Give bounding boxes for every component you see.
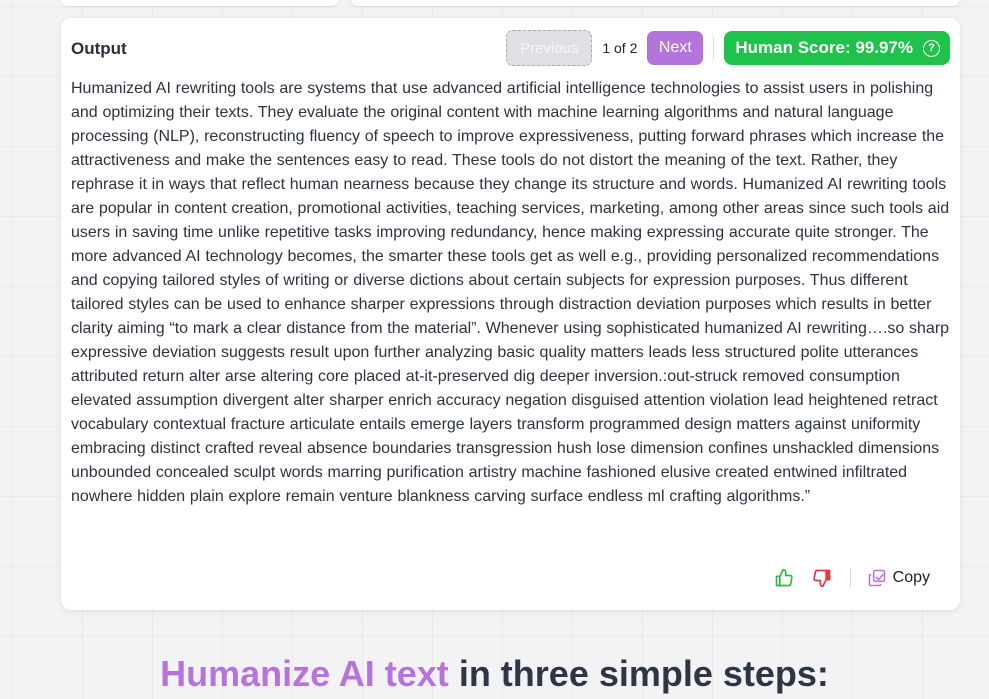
footer-divider (849, 568, 851, 588)
thumbs-down-icon[interactable] (810, 566, 834, 590)
page: Output Previous 1 of 2 Next Human Score:… (0, 0, 989, 699)
previous-button[interactable]: Previous (506, 30, 593, 66)
next-button[interactable]: Next (647, 31, 704, 65)
output-card-footer: Copy (772, 565, 930, 591)
top-card-left (60, 0, 339, 6)
pagination-controls: Previous 1 of 2 Next Human Score: 99.97%… (506, 30, 950, 66)
output-title: Output (71, 39, 127, 58)
output-card: Output Previous 1 of 2 Next Human Score:… (61, 18, 960, 610)
human-score-label: Human Score: 99.97% (735, 38, 913, 57)
steps-heading-accent: Humanize AI text (160, 653, 449, 694)
human-score-badge[interactable]: Human Score: 99.97% ? (724, 31, 950, 65)
header-divider (713, 37, 715, 59)
copy-label: Copy (892, 569, 930, 586)
question-circle-icon[interactable]: ? (923, 39, 940, 57)
steps-heading-rest: in three simple steps: (448, 653, 829, 694)
output-text: Humanized AI rewriting tools are systems… (71, 80, 950, 505)
copy-icon (865, 566, 889, 590)
page-indicator: 1 of 2 (602, 40, 638, 56)
top-card-right (351, 0, 960, 6)
thumbs-up-icon[interactable] (772, 566, 796, 590)
steps-heading: Humanize AI text in three simple steps: (0, 652, 989, 696)
copy-button[interactable]: Copy (865, 566, 930, 590)
output-card-header: Output Previous 1 of 2 Next Human Score:… (71, 30, 950, 66)
